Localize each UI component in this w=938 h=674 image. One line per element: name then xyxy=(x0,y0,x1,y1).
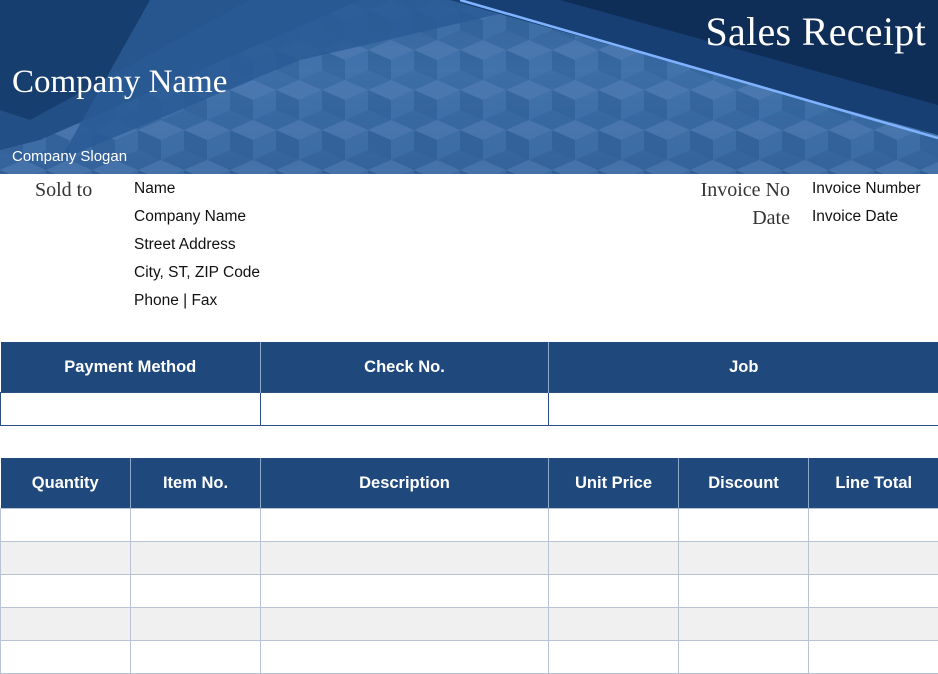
table-cell[interactable] xyxy=(131,542,261,575)
table-cell[interactable] xyxy=(809,641,938,674)
page-title: Sales Receipt xyxy=(705,8,926,55)
table-cell[interactable] xyxy=(261,608,549,641)
payment-row xyxy=(1,393,938,426)
table-row xyxy=(1,608,938,641)
customer-phone[interactable]: Phone | Fax xyxy=(134,291,260,319)
items-table: Quantity Item No. Description Unit Price… xyxy=(0,458,938,674)
table-cell[interactable] xyxy=(809,509,938,542)
table-cell[interactable] xyxy=(679,542,809,575)
job-header: Job xyxy=(549,342,938,393)
table-cell[interactable] xyxy=(131,509,261,542)
table-cell[interactable] xyxy=(679,608,809,641)
table-row xyxy=(1,575,938,608)
sold-to-address: Name Company Name Street Address City, S… xyxy=(134,179,260,319)
quantity-header: Quantity xyxy=(1,458,131,509)
customer-name[interactable]: Name xyxy=(134,179,260,207)
payment-method-header: Payment Method xyxy=(1,342,261,393)
payment-table: Payment Method Check No. Job xyxy=(0,342,938,426)
table-cell[interactable] xyxy=(809,542,938,575)
table-cell[interactable] xyxy=(1,509,131,542)
items-header-row: Quantity Item No. Description Unit Price… xyxy=(1,458,938,509)
table-cell[interactable] xyxy=(131,641,261,674)
table-row xyxy=(1,542,938,575)
table-cell[interactable] xyxy=(1,641,131,674)
table-cell[interactable] xyxy=(549,608,679,641)
table-cell[interactable] xyxy=(261,575,549,608)
payment-method-cell[interactable] xyxy=(1,393,261,426)
table-cell[interactable] xyxy=(679,509,809,542)
invoice-date-label: Date xyxy=(752,207,790,230)
company-slogan: Company Slogan xyxy=(12,148,127,165)
sold-to-label: Sold to xyxy=(35,179,92,202)
customer-company[interactable]: Company Name xyxy=(134,207,260,235)
table-cell[interactable] xyxy=(131,575,261,608)
customer-city[interactable]: City, ST, ZIP Code xyxy=(134,263,260,291)
table-cell[interactable] xyxy=(1,608,131,641)
discount-header: Discount xyxy=(679,458,809,509)
table-cell[interactable] xyxy=(549,641,679,674)
invoice-number-field[interactable]: Invoice Number xyxy=(812,180,921,198)
invoice-date-field[interactable]: Invoice Date xyxy=(812,208,898,226)
table-cell[interactable] xyxy=(131,608,261,641)
table-cell[interactable] xyxy=(1,575,131,608)
table-cell[interactable] xyxy=(809,575,938,608)
unit-price-header: Unit Price xyxy=(549,458,679,509)
item-no-header: Item No. xyxy=(131,458,261,509)
check-no-header: Check No. xyxy=(261,342,549,393)
table-cell[interactable] xyxy=(261,542,549,575)
table-cell[interactable] xyxy=(809,608,938,641)
company-name: Company Name xyxy=(12,64,227,101)
table-row xyxy=(1,509,938,542)
check-no-cell[interactable] xyxy=(261,393,549,426)
table-cell[interactable] xyxy=(1,542,131,575)
table-cell[interactable] xyxy=(549,509,679,542)
payment-header-row: Payment Method Check No. Job xyxy=(1,342,938,393)
table-row xyxy=(1,641,938,674)
table-cell[interactable] xyxy=(261,509,549,542)
invoice-number-label: Invoice No xyxy=(701,179,790,202)
description-header: Description xyxy=(261,458,549,509)
table-cell[interactable] xyxy=(679,575,809,608)
header-banner: Sales Receipt Company Name Company Sloga… xyxy=(0,0,938,174)
job-cell[interactable] xyxy=(549,393,938,426)
table-cell[interactable] xyxy=(549,575,679,608)
table-cell[interactable] xyxy=(679,641,809,674)
table-cell[interactable] xyxy=(549,542,679,575)
line-total-header: Line Total xyxy=(809,458,938,509)
customer-street[interactable]: Street Address xyxy=(134,235,260,263)
table-cell[interactable] xyxy=(261,641,549,674)
